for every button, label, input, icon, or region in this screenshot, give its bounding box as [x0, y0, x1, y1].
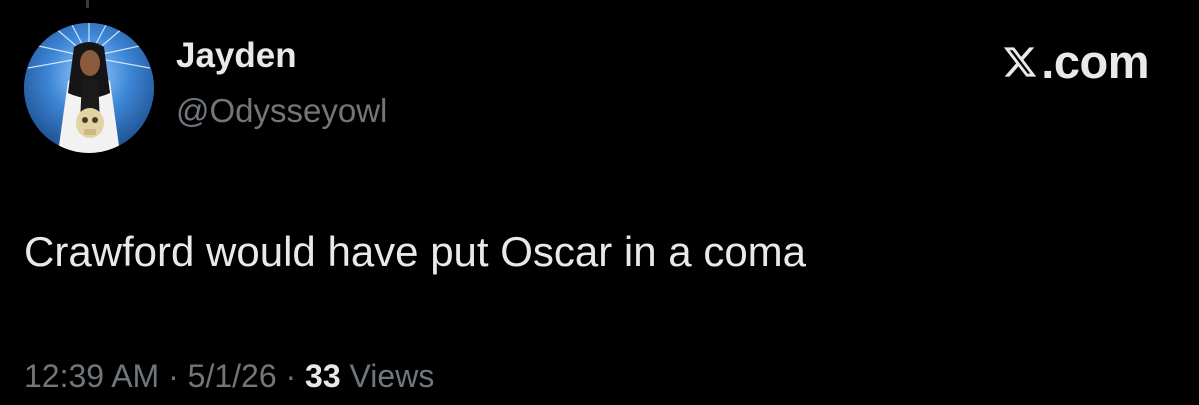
tweet-meta: 12:39 AM · 5/1/26 · 33 Views — [24, 358, 434, 395]
tweet-time[interactable]: 12:39 AM — [24, 358, 159, 394]
tweet-text: Crawford would have put Oscar in a coma — [24, 228, 807, 275]
x-com-brand: .com — [1001, 34, 1149, 89]
tweet-date[interactable]: 5/1/26 — [188, 358, 277, 394]
avatar[interactable] — [24, 23, 154, 153]
views-label[interactable]: Views — [350, 358, 435, 394]
x-logo-icon — [1004, 46, 1037, 77]
profile-avatar-image — [24, 23, 154, 153]
author-display-name[interactable]: Jayden — [176, 36, 297, 76]
thread-connector-line — [86, 0, 89, 8]
author-handle[interactable]: @Odysseyowl — [176, 92, 387, 130]
views-count[interactable]: 33 — [305, 358, 341, 394]
meta-separator: · — [285, 358, 297, 394]
meta-separator: · — [168, 358, 179, 394]
brand-domain-text: .com — [1041, 35, 1149, 88]
